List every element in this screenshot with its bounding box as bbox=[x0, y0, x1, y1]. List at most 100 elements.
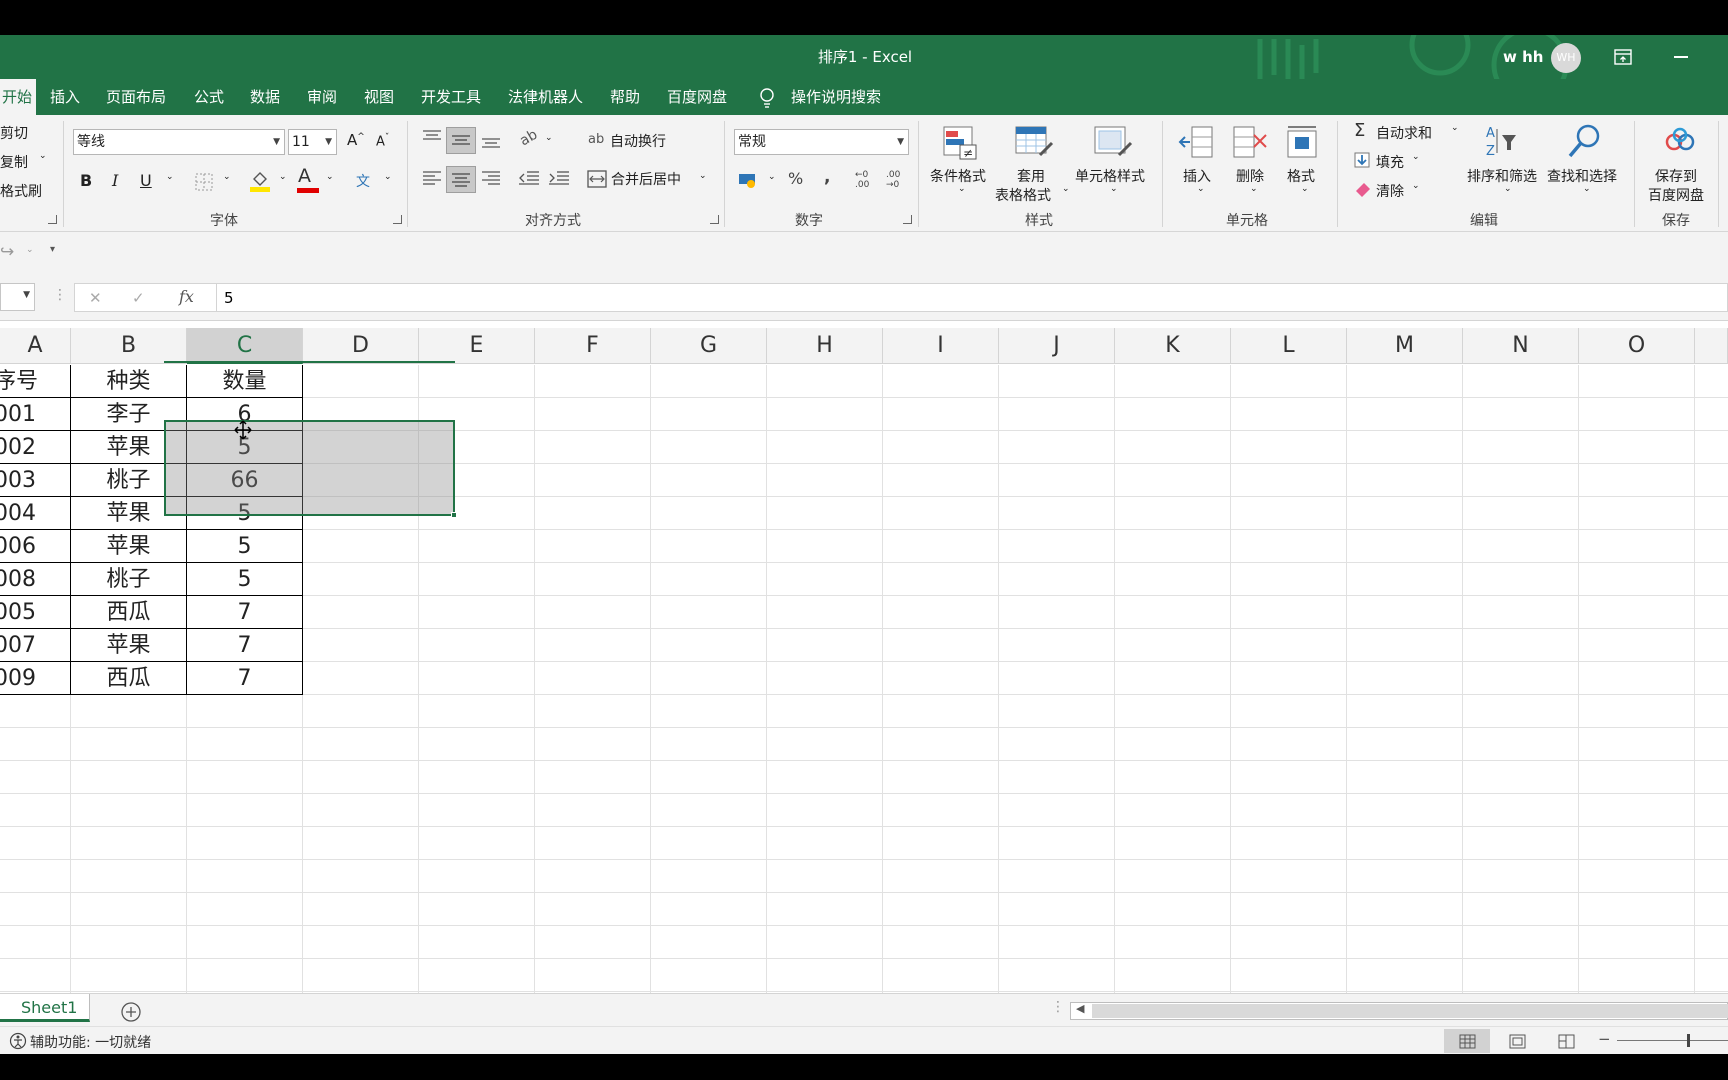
tab-insert[interactable]: 插入 bbox=[50, 79, 80, 115]
fill-handle[interactable] bbox=[451, 512, 457, 518]
chevron-down-icon[interactable]: ⌄ bbox=[1412, 181, 1420, 191]
chevron-down-icon[interactable]: ⌄ bbox=[699, 171, 707, 181]
tab-home[interactable]: 开始 bbox=[0, 79, 36, 115]
page-layout-view-icon[interactable] bbox=[1509, 1034, 1526, 1049]
ribbon-display-icon[interactable] bbox=[1614, 49, 1632, 65]
format-as-table-line2[interactable]: 表格格式 bbox=[995, 185, 1051, 205]
table-cell[interactable]: 苹果 bbox=[71, 629, 187, 662]
comma-button[interactable]: , bbox=[824, 167, 830, 187]
cut-button[interactable]: 剪切 bbox=[0, 123, 28, 143]
column-header-e[interactable]: E bbox=[419, 328, 535, 364]
table-cell[interactable]: 西瓜 bbox=[71, 596, 187, 629]
chevron-down-icon[interactable]: ⌄ bbox=[1412, 152, 1420, 162]
zoom-out-icon[interactable]: − bbox=[1598, 1030, 1611, 1048]
format-painter-button[interactable]: 格式刷 bbox=[0, 181, 42, 201]
table-cell[interactable]: 5 bbox=[187, 563, 303, 596]
column-header-k[interactable]: K bbox=[1115, 328, 1231, 364]
decrease-decimal-button[interactable]: .00 →0 bbox=[886, 170, 906, 190]
chevron-down-icon[interactable]: ⌄ bbox=[1301, 184, 1309, 194]
tab-legal-robot[interactable]: 法律机器人 bbox=[508, 79, 583, 115]
clear-button[interactable]: 清除 bbox=[1376, 181, 1404, 201]
italic-button[interactable]: I bbox=[112, 171, 118, 190]
alignment-launcher-icon[interactable] bbox=[710, 215, 719, 224]
scrollbar-thumb[interactable] bbox=[1092, 1004, 1728, 1018]
orientation-icon[interactable]: ab bbox=[517, 127, 540, 150]
column-header-m[interactable]: M bbox=[1347, 328, 1463, 364]
table-cell[interactable]: 003 bbox=[0, 464, 71, 497]
table-cell[interactable]: 002 bbox=[0, 431, 71, 464]
chevron-down-icon[interactable]: ⌄ bbox=[1504, 184, 1512, 194]
chevron-down-icon[interactable]: ⌄ bbox=[279, 172, 287, 182]
percent-button[interactable]: % bbox=[788, 169, 803, 188]
customize-qat-icon[interactable]: ▾ bbox=[50, 244, 55, 255]
font-launcher-icon[interactable] bbox=[393, 215, 402, 224]
currency-icon[interactable] bbox=[738, 171, 760, 189]
insert-function-icon[interactable]: fx bbox=[179, 287, 194, 306]
bold-button[interactable]: B bbox=[80, 171, 92, 190]
selection-range[interactable] bbox=[164, 420, 455, 516]
table-cell[interactable]: 7 bbox=[187, 662, 303, 695]
conditional-format-button[interactable]: 条件格式 bbox=[930, 166, 986, 186]
cancel-icon[interactable]: ✕ bbox=[89, 289, 102, 307]
format-as-table-line1[interactable]: 套用 bbox=[1017, 166, 1045, 186]
number-launcher-icon[interactable] bbox=[903, 215, 912, 224]
fill-color-icon[interactable] bbox=[249, 169, 271, 193]
clipboard-launcher-icon[interactable] bbox=[48, 215, 57, 224]
borders-icon[interactable] bbox=[195, 173, 213, 191]
tab-developer[interactable]: 开发工具 bbox=[421, 79, 481, 115]
column-header-j[interactable]: J bbox=[999, 328, 1115, 364]
column-header-o[interactable]: O bbox=[1579, 328, 1695, 364]
delete-cells-button[interactable]: 删除 bbox=[1236, 166, 1264, 186]
font-name-select[interactable]: 等线 ▼ bbox=[73, 129, 285, 155]
chevron-down-icon[interactable]: ⌄ bbox=[958, 184, 966, 194]
autosum-button[interactable]: 自动求和 bbox=[1376, 123, 1432, 143]
table-cell[interactable]: 7 bbox=[187, 629, 303, 662]
font-color-icon[interactable]: A bbox=[298, 165, 311, 187]
chevron-down-icon[interactable]: ⌄ bbox=[26, 245, 34, 255]
increase-font-icon[interactable]: A^ bbox=[347, 131, 365, 149]
table-header-cell[interactable]: 序号 bbox=[0, 365, 71, 398]
decrease-font-icon[interactable]: Aˇ bbox=[376, 133, 389, 149]
zoom-slider[interactable] bbox=[1617, 1040, 1728, 1041]
align-bottom-icon[interactable] bbox=[481, 135, 501, 151]
tab-splitter-icon[interactable]: ⋮ bbox=[1051, 999, 1065, 1015]
enter-icon[interactable]: ✓ bbox=[132, 289, 145, 307]
chevron-down-icon[interactable]: ⌄ bbox=[1110, 184, 1118, 194]
zoom-slider-thumb[interactable] bbox=[1687, 1034, 1690, 1047]
wrap-text-button[interactable]: 自动换行 bbox=[610, 131, 666, 151]
align-left-icon[interactable] bbox=[422, 170, 442, 186]
phonetic-icon[interactable]: 文 bbox=[356, 171, 370, 191]
table-cell[interactable]: 桃子 bbox=[71, 563, 187, 596]
column-header-a[interactable]: A bbox=[0, 328, 71, 364]
add-sheet-icon[interactable] bbox=[121, 1002, 141, 1022]
table-cell[interactable]: 007 bbox=[0, 629, 71, 662]
format-cells-button[interactable]: 格式 bbox=[1287, 166, 1315, 186]
tab-view[interactable]: 视图 bbox=[364, 79, 394, 115]
table-cell[interactable]: 5 bbox=[187, 530, 303, 563]
column-header-l[interactable]: L bbox=[1231, 328, 1347, 364]
chevron-down-icon[interactable]: ⌄ bbox=[223, 172, 231, 182]
table-cell[interactable]: 苹果 bbox=[71, 530, 187, 563]
merge-center-button[interactable]: 合并后居中 bbox=[611, 169, 681, 189]
align-right-icon[interactable] bbox=[481, 170, 501, 186]
increase-indent-icon[interactable] bbox=[548, 170, 570, 186]
avatar[interactable]: WH bbox=[1551, 43, 1581, 73]
align-top-icon[interactable] bbox=[422, 129, 442, 145]
redo-icon[interactable]: ↪ bbox=[0, 242, 14, 262]
user-name[interactable]: w hh bbox=[1503, 35, 1543, 79]
column-header-g[interactable]: G bbox=[651, 328, 767, 364]
chevron-down-icon[interactable]: ⌄ bbox=[1250, 184, 1258, 194]
tab-data[interactable]: 数据 bbox=[250, 79, 280, 115]
table-cell[interactable]: 001 bbox=[0, 398, 71, 431]
tab-baidu-netdisk[interactable]: 百度网盘 bbox=[667, 79, 727, 115]
decrease-indent-icon[interactable] bbox=[518, 170, 540, 186]
column-header-b[interactable]: B bbox=[71, 328, 187, 364]
name-box[interactable]: ▼ bbox=[0, 283, 35, 311]
insert-cells-button[interactable]: 插入 bbox=[1183, 166, 1211, 186]
font-size-select[interactable]: 11 ▼ bbox=[288, 129, 337, 155]
table-cell[interactable]: 004 bbox=[0, 497, 71, 530]
column-header-i[interactable]: I bbox=[883, 328, 999, 364]
column-header-f[interactable]: F bbox=[535, 328, 651, 364]
underline-button[interactable]: U bbox=[140, 171, 152, 190]
table-cell[interactable]: 008 bbox=[0, 563, 71, 596]
